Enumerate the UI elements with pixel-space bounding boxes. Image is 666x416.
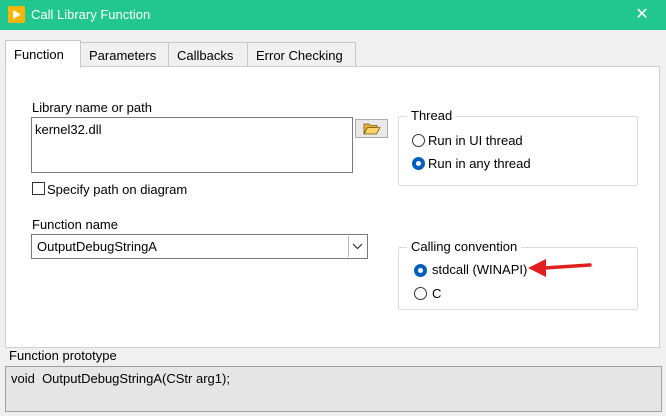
thread-group-title: Thread xyxy=(407,108,457,123)
calling-convention-title: Calling convention xyxy=(407,239,522,254)
title-bar: Call Library Function ✕ xyxy=(0,0,666,30)
dropdown-button[interactable] xyxy=(348,236,366,257)
library-path-value: kernel32.dll xyxy=(35,122,102,137)
tab-label: Function xyxy=(14,47,64,62)
run-ui-thread-label: Run in UI thread xyxy=(428,133,523,148)
browse-button[interactable] xyxy=(355,119,388,138)
run-any-thread-label: Run in any thread xyxy=(428,156,531,171)
radio-c[interactable] xyxy=(414,287,427,300)
tab-label: Callbacks xyxy=(177,47,234,63)
labview-play-icon xyxy=(8,6,25,23)
tab-parameters[interactable]: Parameters xyxy=(80,42,169,67)
function-name-select[interactable]: OutputDebugStringA xyxy=(31,234,368,259)
function-prototype-value: void OutputDebugStringA(CStr arg1); xyxy=(11,371,230,386)
function-tab-panel: Library name or path kernel32.dll Specif… xyxy=(5,66,660,348)
radio-run-any-thread[interactable] xyxy=(412,157,425,170)
library-label: Library name or path xyxy=(32,100,152,115)
radio-run-ui-thread[interactable] xyxy=(412,134,425,147)
close-icon: ✕ xyxy=(635,6,649,23)
radio-stdcall[interactable] xyxy=(414,264,427,277)
tab-label: Parameters xyxy=(89,47,157,63)
function-prototype-box: void OutputDebugStringA(CStr arg1); xyxy=(5,366,662,412)
function-name-label: Function name xyxy=(32,217,118,232)
close-button[interactable]: ✕ xyxy=(632,4,652,24)
tab-callbacks[interactable]: Callbacks xyxy=(168,42,248,67)
c-convention-label: C xyxy=(432,286,442,301)
library-path-input[interactable]: kernel32.dll xyxy=(31,117,353,173)
specify-path-label: Specify path on diagram xyxy=(47,182,188,197)
stdcall-label: stdcall (WINAPI) xyxy=(432,262,528,277)
thread-group xyxy=(398,116,638,186)
tab-function[interactable]: Function xyxy=(5,40,81,68)
tab-error-checking[interactable]: Error Checking xyxy=(247,42,356,67)
function-prototype-label: Function prototype xyxy=(9,348,117,363)
folder-open-icon xyxy=(362,123,381,135)
specify-path-checkbox[interactable] xyxy=(32,182,45,195)
chevron-down-icon xyxy=(352,243,363,250)
tab-label: Error Checking xyxy=(256,47,343,63)
red-arrow-icon xyxy=(528,259,592,277)
function-name-value: OutputDebugStringA xyxy=(37,239,157,254)
window-title: Call Library Function xyxy=(31,7,151,22)
